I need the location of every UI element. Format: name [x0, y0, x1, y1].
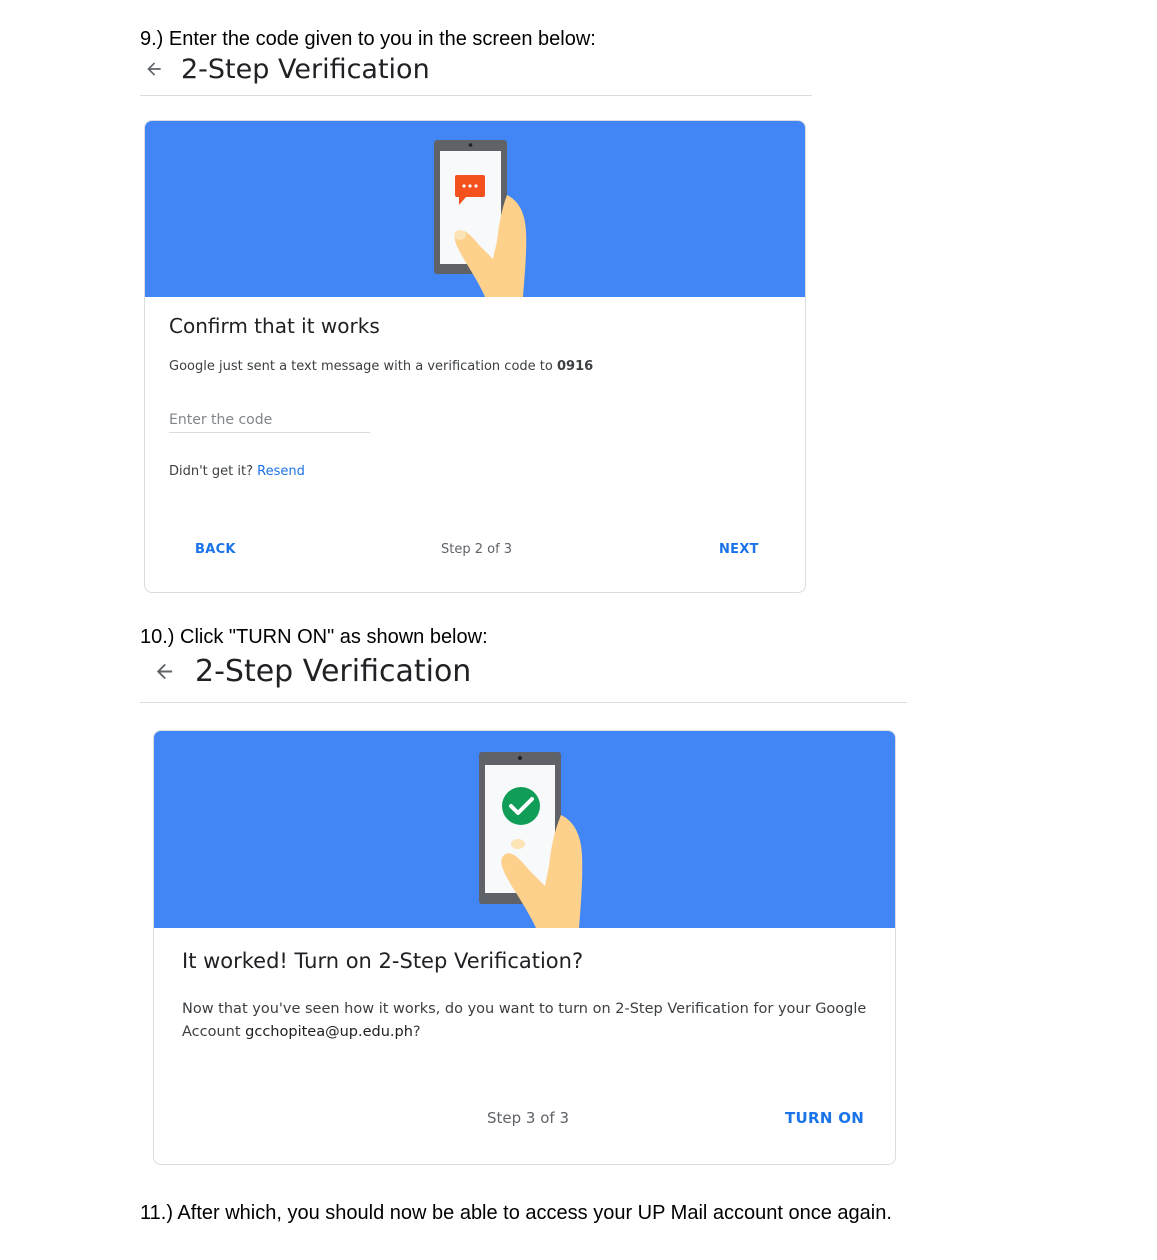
next-button[interactable]: NEXT	[719, 542, 759, 557]
verification-message: Google just sent a text message with a v…	[169, 359, 593, 374]
resend-link[interactable]: Resend	[257, 464, 305, 479]
account-email: gcchopitea@up.edu.ph	[245, 1024, 413, 1040]
page-title: 2-Step Verification	[181, 53, 430, 85]
back-arrow-icon[interactable]	[140, 52, 168, 86]
code-input[interactable]	[169, 408, 370, 433]
page-header: 2-Step Verification	[140, 52, 430, 86]
page-header: 2-Step Verification	[150, 652, 471, 690]
phone-illustration-banner	[154, 731, 895, 928]
step-indicator: Step 3 of 3	[487, 1109, 570, 1127]
verification-card: Confirm that it works Google just sent a…	[144, 120, 806, 593]
card-title: Confirm that it works	[169, 314, 380, 338]
phone-illustration-banner	[145, 121, 805, 297]
description-line: Account gcchopitea@up.edu.ph?	[182, 1021, 872, 1044]
phone-number-suffix: 0916	[556, 359, 594, 374]
turn-on-description: Now that you've seen how it works, do yo…	[182, 998, 872, 1044]
phone-message-illustration	[434, 140, 527, 297]
card-title: It worked! Turn on 2-Step Verification?	[182, 949, 584, 973]
turn-on-card: It worked! Turn on 2-Step Verification? …	[153, 730, 896, 1165]
account-prefix: Account	[182, 1024, 246, 1040]
back-arrow-icon[interactable]	[150, 652, 178, 690]
account-suffix: ?	[412, 1024, 421, 1040]
header-divider	[140, 95, 812, 96]
resend-prompt: Didn't get it? Resend	[169, 464, 305, 479]
didnt-get-text: Didn't get it?	[169, 464, 254, 479]
instruction-step-9: 9.) Enter the code given to you in the s…	[140, 28, 596, 50]
instruction-step-10: 10.) Click "TURN ON" as shown below:	[140, 626, 488, 648]
check-circle-icon	[502, 787, 540, 825]
description-line: Now that you've seen how it works, do yo…	[182, 1001, 867, 1017]
turn-on-button[interactable]: TURN ON	[785, 1109, 864, 1127]
step-indicator: Step 2 of 3	[441, 542, 513, 557]
back-button[interactable]: BACK	[195, 542, 236, 557]
page-title: 2-Step Verification	[195, 653, 472, 689]
instruction-step-11: 11.) After which, you should now be able…	[140, 1202, 892, 1224]
message-text: Google just sent a text message with a v…	[169, 359, 557, 374]
phone-check-illustration	[479, 752, 583, 928]
header-divider	[140, 702, 907, 703]
